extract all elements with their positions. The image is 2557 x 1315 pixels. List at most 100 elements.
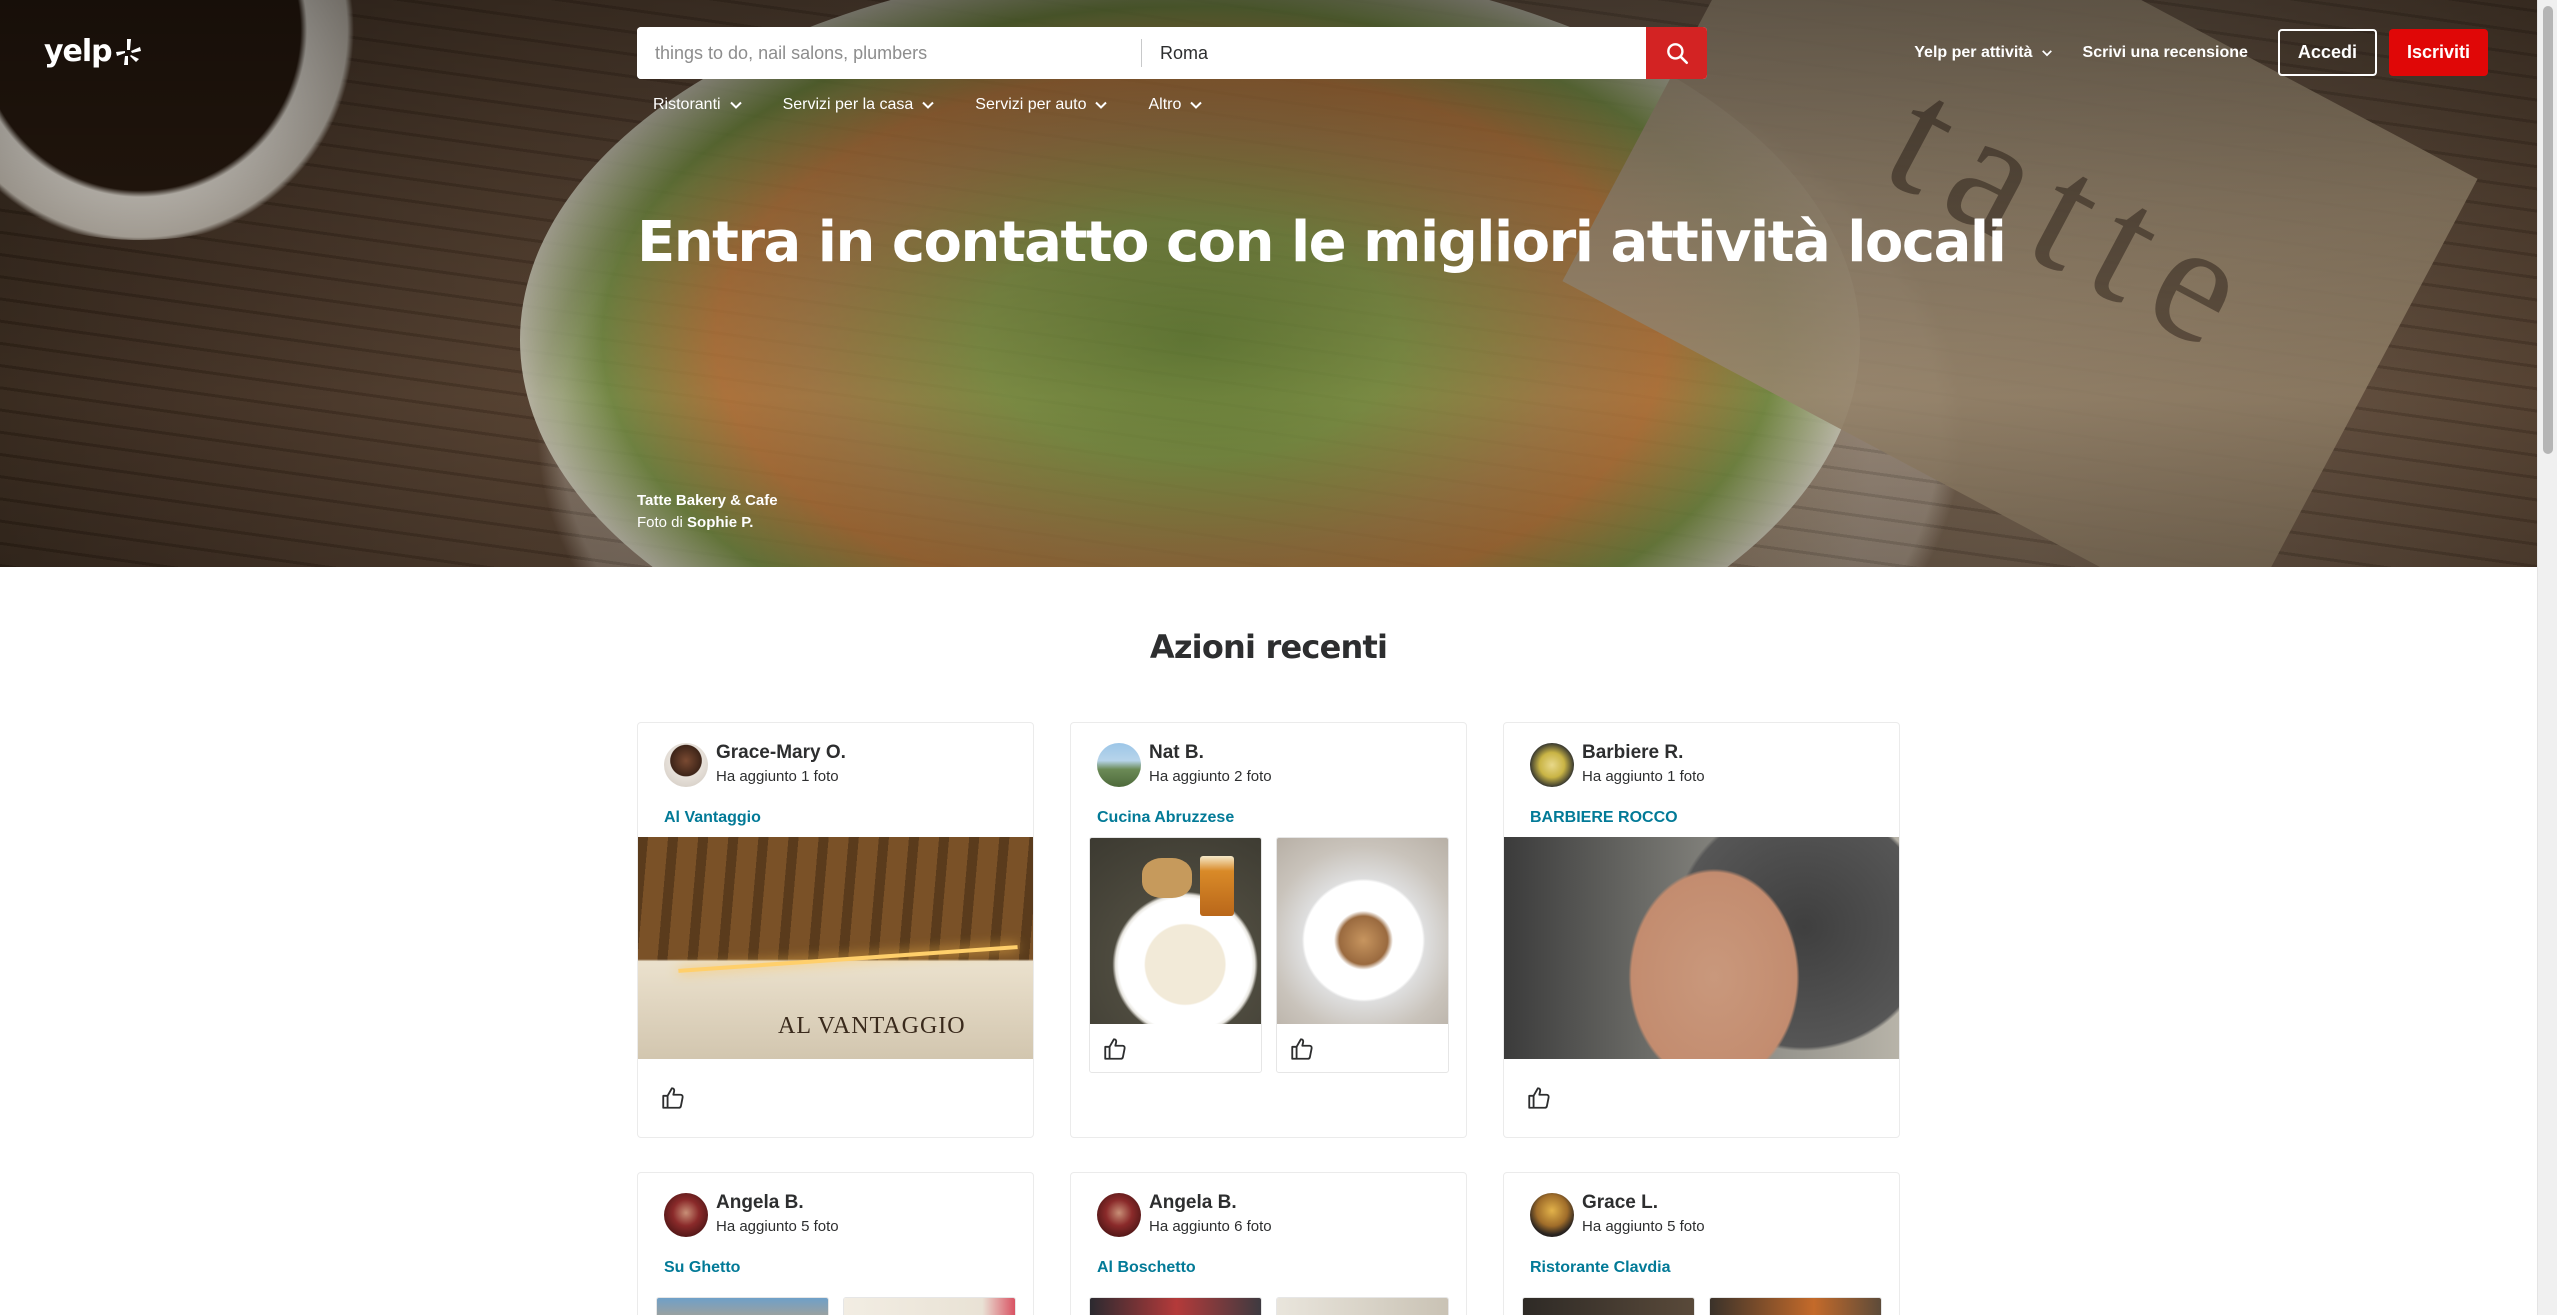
hero-shade-overlay (0, 0, 2537, 567)
category-altro[interactable]: Altro (1148, 96, 1203, 114)
category-label: Ristoranti (653, 96, 721, 113)
search-find-input[interactable] (637, 27, 1141, 79)
business-photo[interactable] (1523, 1298, 1694, 1315)
user-name-link[interactable]: Nat B. (1149, 742, 1272, 764)
avatar[interactable] (664, 742, 708, 787)
business-link[interactable]: BARBIERE ROCCO (1530, 809, 1678, 827)
business-photo[interactable] (1090, 838, 1261, 1024)
business-photo[interactable] (657, 1298, 828, 1315)
thumbs-up-icon (1528, 1087, 1550, 1109)
like-button[interactable] (1526, 1085, 1552, 1111)
photo-sign-text: AL VANTAGGIO (778, 1013, 966, 1039)
login-button[interactable]: Accedi (2277, 29, 2377, 76)
activity-card: Angela B. Ha aggiunto 5 foto Su Ghetto (637, 1172, 1034, 1315)
yelp-for-business-menu[interactable]: Yelp per attività (1914, 44, 2052, 62)
chevron-down-icon (729, 101, 742, 109)
photo-tile (1089, 1297, 1262, 1315)
business-link[interactable]: Ristorante Clavdia (1530, 1259, 1670, 1277)
photo-beer (1200, 856, 1234, 916)
category-label: Servizi per la casa (782, 96, 914, 113)
activity-card-header: Grace-Mary O. Ha aggiunto 1 foto (664, 742, 846, 787)
category-servizi-auto[interactable]: Servizi per auto (975, 96, 1108, 114)
search-location-input[interactable] (1142, 27, 1646, 79)
like-button[interactable] (1102, 1036, 1128, 1062)
activity-text: Ha aggiunto 5 foto (716, 1218, 839, 1235)
activity-card: Barbiere R. Ha aggiunto 1 foto BARBIERE … (1503, 722, 1900, 1138)
photo-tile (1089, 837, 1262, 1073)
business-photo[interactable] (1090, 1298, 1261, 1315)
activity-card: Angela B. Ha aggiunto 6 foto Al Boschett… (1070, 1172, 1467, 1315)
activity-text: Ha aggiunto 2 foto (1149, 768, 1272, 785)
recent-activity-title: Azioni recenti (1149, 628, 1388, 666)
yelp-burst-icon (115, 38, 141, 65)
business-photo[interactable] (844, 1298, 1015, 1315)
category-menu: Ristoranti Servizi per la casa Servizi p… (653, 96, 1203, 114)
avatar[interactable] (1530, 1192, 1574, 1237)
activity-text: Ha aggiunto 5 foto (1582, 1218, 1705, 1235)
photo-tile (1522, 1297, 1695, 1315)
activity-card-header: Angela B. Ha aggiunto 6 foto (1097, 1192, 1272, 1237)
business-photo[interactable]: AL VANTAGGIO (638, 837, 1033, 1059)
yelp-logo[interactable]: yelp (44, 34, 142, 69)
category-label: Altro (1148, 96, 1182, 113)
signup-button[interactable]: Iscriviti (2388, 29, 2488, 76)
page-scrollbar[interactable] (2537, 0, 2557, 1315)
thumbs-up-icon (662, 1087, 684, 1109)
user-name-link[interactable]: Grace L. (1582, 1192, 1705, 1214)
activity-text: Ha aggiunto 1 foto (716, 768, 839, 785)
hero-banner: tatte yelp Ristoranti Servizi (0, 0, 2537, 567)
activity-card-header: Barbiere R. Ha aggiunto 1 foto (1530, 742, 1705, 787)
hero-headline: Entra in contatto con le migliori attivi… (637, 210, 2007, 275)
business-link[interactable]: Cucina Abruzzese (1097, 809, 1234, 827)
avatar[interactable] (1530, 742, 1574, 787)
business-photo[interactable] (1710, 1298, 1881, 1315)
business-photo[interactable] (1277, 838, 1448, 1024)
avatar[interactable] (1097, 742, 1141, 787)
business-link[interactable]: Al Boschetto (1097, 1259, 1196, 1277)
like-button[interactable] (1289, 1036, 1315, 1062)
photo-bread (1142, 858, 1192, 898)
activity-card-header: Grace L. Ha aggiunto 5 foto (1530, 1192, 1705, 1237)
yelp-logo-text: yelp (44, 34, 113, 69)
like-button[interactable] (660, 1085, 686, 1111)
scrollbar-thumb[interactable] (2543, 6, 2553, 454)
business-photo[interactable] (1504, 837, 1899, 1059)
photo-author-link[interactable]: Sophie P. (687, 514, 753, 531)
chevron-down-icon (1190, 101, 1203, 109)
user-name-link[interactable]: Barbiere R. (1582, 742, 1705, 764)
business-link[interactable]: Al Vantaggio (664, 809, 761, 827)
user-name-link[interactable]: Angela B. (1149, 1192, 1272, 1214)
activity-text: Ha aggiunto 1 foto (1582, 768, 1705, 785)
search-icon (1666, 43, 1688, 65)
avatar[interactable] (1097, 1192, 1141, 1237)
photo-tile (1709, 1297, 1882, 1315)
activity-card: Grace L. Ha aggiunto 5 foto Ristorante C… (1503, 1172, 1900, 1315)
hero-photo-credit: Tatte Bakery & Cafe Foto di Sophie P. (637, 490, 778, 534)
activity-card-header: Nat B. Ha aggiunto 2 foto (1097, 742, 1272, 787)
photo-by-prefix: Foto di (637, 514, 683, 531)
business-photo[interactable] (1277, 1298, 1448, 1315)
write-review-link[interactable]: Scrivi una recensione (2083, 44, 2248, 62)
yelp-for-business-label: Yelp per attività (1914, 43, 2033, 61)
photo-tile (1276, 837, 1449, 1073)
avatar[interactable] (664, 1192, 708, 1237)
search-bar (637, 27, 1707, 79)
photo-light-strip (678, 945, 1018, 973)
hero-photo-business-link[interactable]: Tatte Bakery & Cafe (637, 490, 778, 512)
search-button[interactable] (1646, 27, 1707, 79)
thumbs-up-icon (1104, 1038, 1126, 1060)
thumbs-up-icon (1291, 1038, 1313, 1060)
category-ristoranti[interactable]: Ristoranti (653, 96, 743, 114)
chevron-down-icon (2041, 49, 2052, 56)
user-name-link[interactable]: Angela B. (716, 1192, 839, 1214)
activity-card: Grace-Mary O. Ha aggiunto 1 foto Al Vant… (637, 722, 1034, 1138)
activity-card-header: Angela B. Ha aggiunto 5 foto (664, 1192, 839, 1237)
category-label: Servizi per auto (975, 96, 1087, 113)
top-nav: Yelp per attività Scrivi una recensione … (1914, 29, 2488, 76)
category-servizi-casa[interactable]: Servizi per la casa (783, 96, 936, 114)
photo-tile (656, 1297, 829, 1315)
photo-tile (843, 1297, 1016, 1315)
chevron-down-icon (922, 101, 935, 109)
business-link[interactable]: Su Ghetto (664, 1259, 740, 1277)
user-name-link[interactable]: Grace-Mary O. (716, 742, 846, 764)
